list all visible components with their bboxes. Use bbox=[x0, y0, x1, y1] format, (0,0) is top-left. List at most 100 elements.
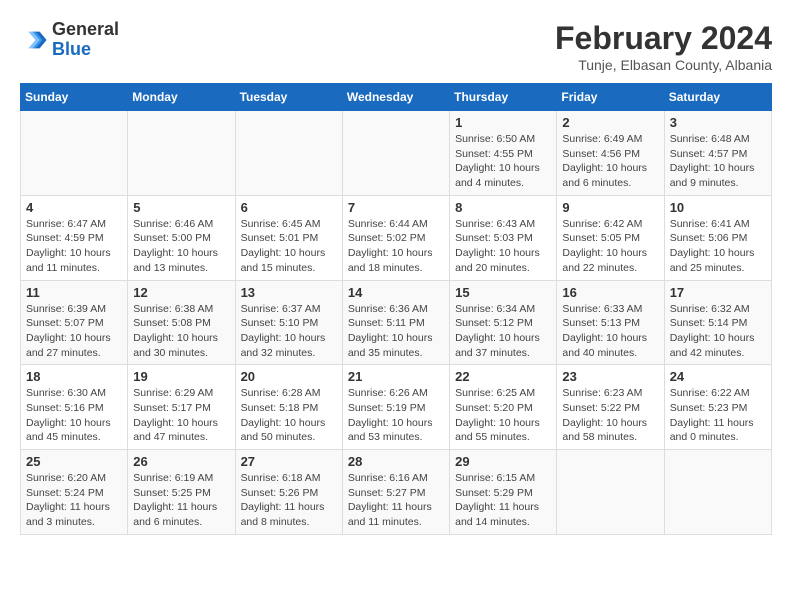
day-number: 5 bbox=[133, 200, 229, 215]
day-info: Sunrise: 6:41 AM Sunset: 5:06 PM Dayligh… bbox=[670, 217, 766, 276]
calendar-week-row: 4 Sunrise: 6:47 AM Sunset: 4:59 PM Daylig… bbox=[21, 195, 772, 280]
day-number: 4 bbox=[26, 200, 122, 215]
day-info: Sunrise: 6:33 AM Sunset: 5:13 PM Dayligh… bbox=[562, 302, 658, 361]
day-number: 29 bbox=[455, 454, 551, 469]
calendar-week-row: 18 Sunrise: 6:30 AM Sunset: 5:16 PM Dayli… bbox=[21, 365, 772, 450]
calendar-cell: 15 Sunrise: 6:34 AM Sunset: 5:12 PM Dayli… bbox=[450, 280, 557, 365]
calendar-cell bbox=[128, 111, 235, 196]
weekday-header-row: SundayMondayTuesdayWednesdayThursdayFrid… bbox=[21, 84, 772, 111]
day-info: Sunrise: 6:45 AM Sunset: 5:01 PM Dayligh… bbox=[241, 217, 337, 276]
weekday-header: Tuesday bbox=[235, 84, 342, 111]
logo-text: General Blue bbox=[52, 20, 119, 60]
day-number: 1 bbox=[455, 115, 551, 130]
day-info: Sunrise: 6:23 AM Sunset: 5:22 PM Dayligh… bbox=[562, 386, 658, 445]
calendar-cell: 13Sunrise: 6:37 AM Sunset: 5:10 PM Dayli… bbox=[235, 280, 342, 365]
day-info: Sunrise: 6:16 AM Sunset: 5:27 PM Dayligh… bbox=[348, 471, 444, 530]
day-info: Sunrise: 6:29 AM Sunset: 5:17 PM Dayligh… bbox=[133, 386, 229, 445]
day-info: Sunrise: 6:22 AM Sunset: 5:23 PM Dayligh… bbox=[670, 386, 766, 445]
calendar-week-row: 1 Sunrise: 6:50 AM Sunset: 4:55 PM Daylig… bbox=[21, 111, 772, 196]
calendar-cell: 16 Sunrise: 6:33 AM Sunset: 5:13 PM Dayli… bbox=[557, 280, 664, 365]
day-number: 21 bbox=[348, 369, 444, 384]
day-info: Sunrise: 6:20 AM Sunset: 5:24 PM Dayligh… bbox=[26, 471, 122, 530]
day-info: Sunrise: 6:25 AM Sunset: 5:20 PM Dayligh… bbox=[455, 386, 551, 445]
day-info: Sunrise: 6:38 AM Sunset: 5:08 PM Dayligh… bbox=[133, 302, 229, 361]
calendar-cell: 19 Sunrise: 6:29 AM Sunset: 5:17 PM Dayli… bbox=[128, 365, 235, 450]
day-number: 19 bbox=[133, 369, 229, 384]
calendar-cell: 20 Sunrise: 6:28 AM Sunset: 5:18 PM Dayli… bbox=[235, 365, 342, 450]
day-info: Sunrise: 6:36 AM Sunset: 5:11 PM Dayligh… bbox=[348, 302, 444, 361]
day-number: 27 bbox=[241, 454, 337, 469]
day-info: Sunrise: 6:46 AM Sunset: 5:00 PM Dayligh… bbox=[133, 217, 229, 276]
calendar-cell: 2 Sunrise: 6:49 AM Sunset: 4:56 PM Daylig… bbox=[557, 111, 664, 196]
header: General Blue February 2024 Tunje, Elbasa… bbox=[20, 20, 772, 73]
day-number: 10 bbox=[670, 200, 766, 215]
calendar-table: SundayMondayTuesdayWednesdayThursdayFrid… bbox=[20, 83, 772, 535]
day-number: 2 bbox=[562, 115, 658, 130]
calendar-cell: 12 Sunrise: 6:38 AM Sunset: 5:08 PM Dayli… bbox=[128, 280, 235, 365]
day-number: 24 bbox=[670, 369, 766, 384]
day-number: 15 bbox=[455, 285, 551, 300]
weekday-header: Wednesday bbox=[342, 84, 449, 111]
calendar-cell: 24 Sunrise: 6:22 AM Sunset: 5:23 PM Dayli… bbox=[664, 365, 771, 450]
day-info: Sunrise: 6:30 AM Sunset: 5:16 PM Dayligh… bbox=[26, 386, 122, 445]
day-info: Sunrise: 6:50 AM Sunset: 4:55 PM Dayligh… bbox=[455, 132, 551, 191]
calendar-cell: 21 Sunrise: 6:26 AM Sunset: 5:19 PM Dayli… bbox=[342, 365, 449, 450]
calendar-cell: 23 Sunrise: 6:23 AM Sunset: 5:22 PM Dayli… bbox=[557, 365, 664, 450]
day-info: Sunrise: 6:15 AM Sunset: 5:29 PM Dayligh… bbox=[455, 471, 551, 530]
calendar-week-row: 11Sunrise: 6:39 AM Sunset: 5:07 PM Dayli… bbox=[21, 280, 772, 365]
calendar-cell: 7 Sunrise: 6:44 AM Sunset: 5:02 PM Daylig… bbox=[342, 195, 449, 280]
day-number: 20 bbox=[241, 369, 337, 384]
day-number: 22 bbox=[455, 369, 551, 384]
weekday-header: Sunday bbox=[21, 84, 128, 111]
day-number: 3 bbox=[670, 115, 766, 130]
calendar-cell bbox=[235, 111, 342, 196]
calendar-cell bbox=[342, 111, 449, 196]
weekday-header: Monday bbox=[128, 84, 235, 111]
day-number: 26 bbox=[133, 454, 229, 469]
day-number: 7 bbox=[348, 200, 444, 215]
day-info: Sunrise: 6:28 AM Sunset: 5:18 PM Dayligh… bbox=[241, 386, 337, 445]
calendar-cell bbox=[664, 450, 771, 535]
day-number: 8 bbox=[455, 200, 551, 215]
calendar-cell: 29 Sunrise: 6:15 AM Sunset: 5:29 PM Dayli… bbox=[450, 450, 557, 535]
logo-icon bbox=[20, 26, 48, 54]
weekday-header: Saturday bbox=[664, 84, 771, 111]
day-info: Sunrise: 6:32 AM Sunset: 5:14 PM Dayligh… bbox=[670, 302, 766, 361]
calendar-cell: 28 Sunrise: 6:16 AM Sunset: 5:27 PM Dayli… bbox=[342, 450, 449, 535]
calendar-cell: 9 Sunrise: 6:42 AM Sunset: 5:05 PM Daylig… bbox=[557, 195, 664, 280]
day-info: Sunrise: 6:48 AM Sunset: 4:57 PM Dayligh… bbox=[670, 132, 766, 191]
day-info: Sunrise: 6:19 AM Sunset: 5:25 PM Dayligh… bbox=[133, 471, 229, 530]
day-info: Sunrise: 6:47 AM Sunset: 4:59 PM Dayligh… bbox=[26, 217, 122, 276]
day-number: 23 bbox=[562, 369, 658, 384]
day-number: 11 bbox=[26, 285, 122, 300]
day-info: Sunrise: 6:18 AM Sunset: 5:26 PM Dayligh… bbox=[241, 471, 337, 530]
day-number: 17 bbox=[670, 285, 766, 300]
day-number: 13 bbox=[241, 285, 337, 300]
day-info: Sunrise: 6:34 AM Sunset: 5:12 PM Dayligh… bbox=[455, 302, 551, 361]
logo-general: General bbox=[52, 19, 119, 39]
day-number: 9 bbox=[562, 200, 658, 215]
day-number: 12 bbox=[133, 285, 229, 300]
day-number: 25 bbox=[26, 454, 122, 469]
day-number: 18 bbox=[26, 369, 122, 384]
day-info: Sunrise: 6:26 AM Sunset: 5:19 PM Dayligh… bbox=[348, 386, 444, 445]
day-number: 16 bbox=[562, 285, 658, 300]
day-info: Sunrise: 6:49 AM Sunset: 4:56 PM Dayligh… bbox=[562, 132, 658, 191]
calendar-cell: 1 Sunrise: 6:50 AM Sunset: 4:55 PM Daylig… bbox=[450, 111, 557, 196]
calendar-cell: 6Sunrise: 6:45 AM Sunset: 5:01 PM Daylig… bbox=[235, 195, 342, 280]
calendar-cell: 5 Sunrise: 6:46 AM Sunset: 5:00 PM Daylig… bbox=[128, 195, 235, 280]
calendar-cell: 14 Sunrise: 6:36 AM Sunset: 5:11 PM Dayli… bbox=[342, 280, 449, 365]
day-info: Sunrise: 6:44 AM Sunset: 5:02 PM Dayligh… bbox=[348, 217, 444, 276]
calendar-cell: 26 Sunrise: 6:19 AM Sunset: 5:25 PM Dayli… bbox=[128, 450, 235, 535]
day-info: Sunrise: 6:42 AM Sunset: 5:05 PM Dayligh… bbox=[562, 217, 658, 276]
logo: General Blue bbox=[20, 20, 119, 60]
calendar-week-row: 25 Sunrise: 6:20 AM Sunset: 5:24 PM Dayli… bbox=[21, 450, 772, 535]
location: Tunje, Elbasan County, Albania bbox=[555, 57, 772, 73]
weekday-header: Thursday bbox=[450, 84, 557, 111]
calendar-cell: 11Sunrise: 6:39 AM Sunset: 5:07 PM Dayli… bbox=[21, 280, 128, 365]
calendar-cell: 27 Sunrise: 6:18 AM Sunset: 5:26 PM Dayli… bbox=[235, 450, 342, 535]
weekday-header: Friday bbox=[557, 84, 664, 111]
day-number: 14 bbox=[348, 285, 444, 300]
calendar-cell bbox=[21, 111, 128, 196]
day-number: 28 bbox=[348, 454, 444, 469]
